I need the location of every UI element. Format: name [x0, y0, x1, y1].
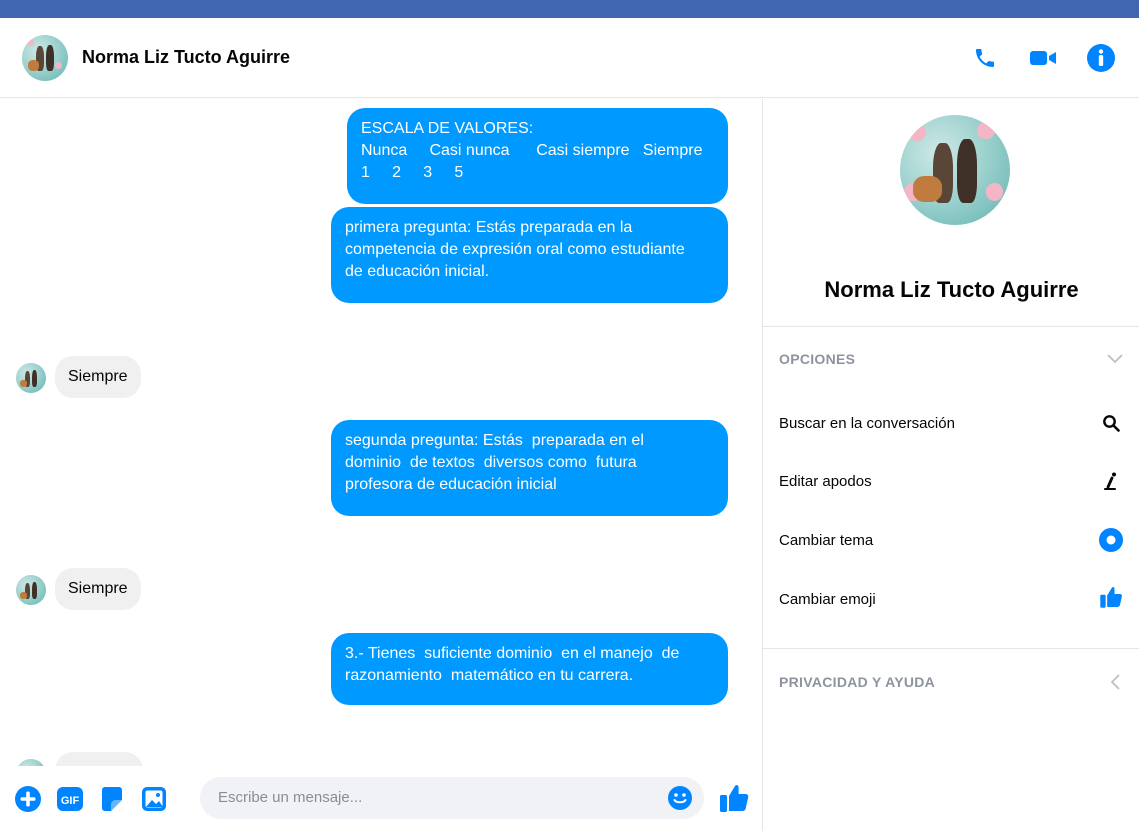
conversation-header: Norma Liz Tucto Aguirre: [0, 18, 1139, 98]
profile-avatar[interactable]: [900, 115, 1010, 225]
thumbs-up-icon[interactable]: [716, 780, 752, 816]
sender-avatar[interactable]: [16, 759, 46, 766]
contact-avatar[interactable]: [22, 34, 68, 81]
search-icon[interactable]: [1097, 409, 1125, 437]
conversation-details-panel: Norma Liz Tucto Aguirre OPCIONES Buscar …: [762, 99, 1139, 831]
image-icon[interactable]: [138, 783, 170, 815]
plus-icon[interactable]: [12, 783, 44, 815]
message-list[interactable]: ESCALA DE VALORES: Nunca Casi nunca Casi…: [0, 99, 762, 766]
gif-icon[interactable]: GIF: [54, 783, 86, 815]
message-bubble-incoming-partial[interactable]: [55, 752, 143, 766]
message-bubble-outgoing[interactable]: segunda pregunta: Estás preparada en el …: [331, 420, 728, 516]
window-top-bar: [0, 0, 1139, 18]
message-composer: GIF Escribe un mensaje...: [0, 766, 762, 831]
sticker-icon[interactable]: [96, 783, 128, 815]
message-line: razonamiento matemático en tu carrera.: [345, 667, 634, 684]
video-camera-icon[interactable]: [1025, 40, 1061, 76]
message-bubble-incoming[interactable]: Siempre: [55, 568, 141, 610]
message-line: 1 2 3 5: [361, 164, 464, 181]
option-change-emoji[interactable]: Cambiar emoji: [779, 591, 876, 608]
message-line: profesora de educación inicial: [345, 476, 557, 493]
chevron-down-icon[interactable]: [1105, 349, 1125, 369]
sender-avatar[interactable]: [16, 575, 46, 605]
svg-text:GIF: GIF: [61, 795, 80, 807]
divider: [763, 326, 1139, 327]
option-edit-nicknames[interactable]: Editar apodos: [779, 473, 872, 490]
phone-icon[interactable]: [967, 40, 1003, 76]
message-bubble-outgoing[interactable]: 3.- Tienes suficiente dominio en el mane…: [331, 633, 728, 705]
privacy-section-title[interactable]: PRIVACIDAD Y AYUDA: [779, 674, 935, 690]
header-actions: [967, 40, 1119, 76]
theme-icon[interactable]: [1097, 526, 1125, 554]
message-line: segunda pregunta: Estás preparada en el: [345, 432, 644, 449]
sender-avatar[interactable]: [16, 363, 46, 393]
message-line: dominio de textos diversos como futura: [345, 454, 637, 471]
message-bubble-outgoing[interactable]: ESCALA DE VALORES: Nunca Casi nunca Casi…: [347, 108, 728, 204]
divider: [763, 648, 1139, 649]
option-search-conversation[interactable]: Buscar en la conversación: [779, 415, 955, 432]
message-bubble-outgoing[interactable]: primera pregunta: Estás preparada en la …: [331, 207, 728, 303]
edit-nickname-icon[interactable]: [1097, 467, 1125, 495]
message-line: de educación inicial.: [345, 263, 490, 280]
message-line: competencia de expresión oral como estud…: [345, 241, 685, 258]
message-bubble-incoming[interactable]: Siempre: [55, 356, 141, 398]
info-icon[interactable]: [1083, 40, 1119, 76]
profile-name: Norma Liz Tucto Aguirre: [824, 277, 1079, 302]
message-text: Siempre: [68, 368, 128, 385]
message-text: Siempre: [68, 580, 128, 597]
thumbs-up-icon[interactable]: [1097, 583, 1125, 611]
message-line: ESCALA DE VALORES:: [361, 120, 534, 137]
message-line: Nunca Casi nunca Casi siempre Siempre: [361, 142, 703, 159]
emoji-icon[interactable]: [664, 782, 696, 814]
option-change-theme[interactable]: Cambiar tema: [779, 532, 873, 549]
message-line: primera pregunta: Estás preparada en la: [345, 219, 633, 236]
contact-name[interactable]: Norma Liz Tucto Aguirre: [82, 47, 290, 68]
chevron-left-icon[interactable]: [1105, 672, 1125, 692]
message-line: 3.- Tienes suficiente dominio en el mane…: [345, 645, 680, 662]
message-input[interactable]: Escribe un mensaje...: [200, 777, 704, 819]
options-section-title[interactable]: OPCIONES: [779, 351, 855, 367]
